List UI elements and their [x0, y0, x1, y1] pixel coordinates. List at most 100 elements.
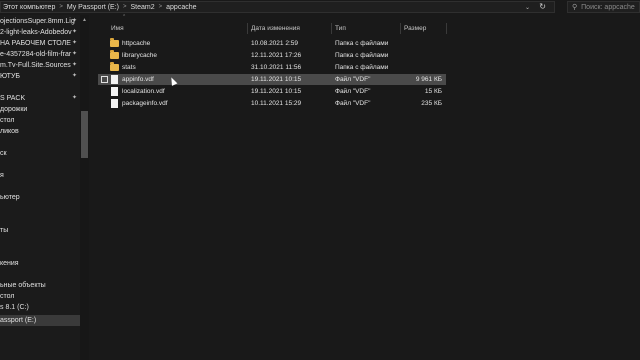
file-name: stats: [122, 64, 136, 71]
nav-item-label: ЮТУБ: [0, 73, 20, 80]
breadcrumb-this-pc[interactable]: Этот компьютер: [3, 4, 55, 11]
breadcrumb-steam2[interactable]: Steam2: [131, 4, 155, 11]
column-divider[interactable]: [247, 23, 248, 34]
row-checkbox[interactable]: [101, 76, 108, 83]
nav-item-drive-e[interactable]: assport (E:): [0, 315, 80, 326]
nav-item-label: ликов: [0, 128, 19, 135]
nav-item-label: ск: [0, 150, 7, 157]
nav-item-quick-access[interactable]: ЮТУБ ✦: [0, 71, 80, 82]
nav-item-label: 2-light-leaks-Adobedov: [0, 29, 72, 36]
breadcrumb-separator: >: [158, 4, 163, 10]
chevron-down-icon[interactable]: ⌄: [525, 4, 530, 11]
nav-item-label: assport (E:): [0, 317, 37, 324]
folder-icon: [110, 50, 119, 59]
breadcrumb-drive[interactable]: My Passport (E:): [67, 4, 119, 11]
file-size: 235 КБ: [421, 100, 442, 107]
file-name: packageinfo.vdf: [122, 100, 168, 107]
breadcrumb-separator: >: [122, 4, 127, 10]
nav-item-label: e-4357284-old-film-frar: [0, 51, 72, 58]
nav-item[interactable]: ликов: [0, 126, 80, 137]
pin-icon: ✦: [71, 51, 77, 57]
refresh-icon[interactable]: ↻: [539, 2, 546, 11]
file-row-hovered[interactable]: appinfo.vdf 19.11.2021 10:15 Файл "VDF" …: [98, 74, 446, 85]
file-size: [398, 62, 442, 73]
nav-item-label: m.Tv-Full.Site.Sources: [0, 62, 71, 69]
nav-item-quick-access[interactable]: НА РАБОЧЕМ СТОЛЕ ✦: [0, 38, 80, 49]
nav-item-label: S PACK: [0, 95, 26, 102]
column-divider[interactable]: [331, 23, 332, 34]
file-type: Файл "VDF": [335, 100, 371, 107]
search-icon: ⚲: [572, 4, 578, 11]
column-divider[interactable]: [446, 23, 447, 34]
nav-scrollbar-thumb[interactable]: [81, 111, 88, 158]
file-row[interactable]: localization.vdf 19.11.2021 10:15 Файл "…: [98, 86, 446, 97]
nav-item[interactable]: дорожки: [0, 104, 80, 115]
nav-item-quick-access[interactable]: 2-light-leaks-Adobedov ✦: [0, 27, 80, 38]
file-type: Папка с файлами: [335, 40, 389, 47]
nav-item-label: стол: [0, 293, 15, 300]
nav-item[interactable]: кения: [0, 258, 80, 269]
nav-item-this-pc[interactable]: ьютер: [0, 192, 80, 203]
nav-item-label: ьютер: [0, 194, 20, 201]
file-row[interactable]: httpcache 10.08.2021 2:59 Папка с файлам…: [98, 38, 446, 49]
file-row[interactable]: librarycache 12.11.2021 17:26 Папка с фа…: [98, 50, 446, 61]
address-bar[interactable]: Этот компьютер > My Passport (E:) > Stea…: [0, 1, 555, 13]
scroll-up-arrow-icon[interactable]: ▲: [82, 17, 87, 23]
nav-scrollbar[interactable]: [80, 15, 89, 360]
address-bar-area: Этот компьютер > My Passport (E:) > Stea…: [0, 0, 640, 15]
file-name: librarycache: [122, 52, 158, 59]
file-date: 19.11.2021 10:15: [251, 88, 302, 95]
nav-item[interactable]: ск: [0, 148, 80, 159]
nav-item-quick-access[interactable]: S PACK ✦: [0, 93, 80, 104]
nav-item-desktop[interactable]: стол: [0, 291, 80, 302]
pin-icon: ✦: [71, 73, 77, 79]
file-date: 12.11.2021 17:26: [251, 52, 302, 59]
nav-item[interactable]: я: [0, 170, 80, 181]
nav-item-label: s 8.1 (C:): [0, 304, 29, 311]
file-date: 10.08.2021 2:59: [251, 40, 298, 47]
file-date: 10.11.2021 15:29: [251, 100, 302, 107]
search-input[interactable]: ⚲ Поиск: appcache: [567, 1, 640, 13]
pin-icon: ✦: [71, 29, 77, 35]
nav-item-quick-access[interactable]: m.Tv-Full.Site.Sources ✦: [0, 60, 80, 71]
file-date: 31.10.2021 11:56: [251, 64, 302, 71]
file-icon: [111, 87, 118, 96]
file-size: 9 961 КБ: [415, 76, 442, 83]
nav-item[interactable]: ты: [0, 225, 80, 236]
pin-icon: ✦: [71, 18, 77, 24]
nav-item-label: ьные объекты: [0, 282, 46, 289]
nav-item-label: кения: [0, 260, 19, 267]
file-icon: [111, 99, 118, 108]
file-type: Файл "VDF": [335, 88, 371, 95]
sort-ascending-icon: ⌃: [122, 14, 127, 20]
file-row[interactable]: stats 31.10.2021 11:56 Папка с файлами: [98, 62, 446, 73]
column-divider[interactable]: [400, 23, 401, 34]
nav-item-quick-access[interactable]: ojectionsSuper.8mm.Lig ✦: [0, 16, 80, 27]
file-date: 19.11.2021 10:15: [251, 76, 302, 83]
breadcrumb-appcache[interactable]: appcache: [166, 4, 196, 11]
nav-item-quick-access[interactable]: e-4357284-old-film-frar ✦: [0, 49, 80, 60]
pin-icon: ✦: [71, 95, 77, 101]
column-header-type[interactable]: Тип: [335, 23, 346, 34]
folder-icon: [110, 62, 119, 71]
nav-item-label: стол: [0, 117, 15, 124]
nav-item-label: дорожки: [0, 106, 28, 113]
column-header-name[interactable]: Имя: [111, 23, 124, 34]
file-row[interactable]: packageinfo.vdf 10.11.2021 15:29 Файл "V…: [98, 98, 446, 109]
nav-item-drive-c[interactable]: s 8.1 (C:): [0, 302, 80, 313]
nav-item-label: я: [0, 172, 4, 179]
file-name: appinfo.vdf: [122, 76, 154, 83]
column-header-date[interactable]: Дата изменения: [251, 23, 300, 34]
column-header-size[interactable]: Размер: [404, 23, 426, 34]
pin-icon: ✦: [71, 40, 77, 46]
nav-item-3d-objects[interactable]: ьные объекты: [0, 280, 80, 291]
nav-item[interactable]: стол: [0, 115, 80, 126]
navigation-pane: ojectionsSuper.8mm.Lig ✦ 2-light-leaks-Ad…: [0, 15, 80, 360]
file-icon: [111, 75, 118, 84]
nav-item-label: ты: [0, 227, 9, 234]
file-type: Папка с файлами: [335, 64, 389, 71]
breadcrumb-separator: >: [59, 4, 63, 10]
file-type: Файл "VDF": [335, 76, 371, 83]
file-name: localization.vdf: [122, 88, 165, 95]
pin-icon: ✦: [71, 62, 77, 68]
